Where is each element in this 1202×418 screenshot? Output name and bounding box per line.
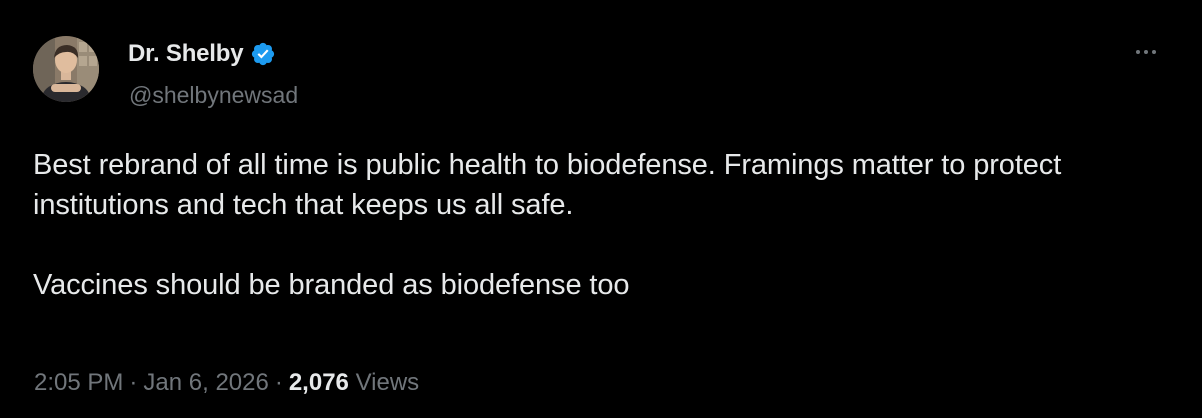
avatar[interactable] bbox=[33, 36, 99, 102]
tweet-card[interactable]: Dr. Shelby @shelbynewsad Best rebrand of… bbox=[0, 0, 1202, 418]
more-dot bbox=[1136, 50, 1140, 54]
tweet-date[interactable]: Jan 6, 2026 bbox=[143, 369, 268, 396]
verified-badge-icon[interactable] bbox=[250, 41, 276, 67]
author-handle[interactable]: @shelbynewsad bbox=[129, 82, 298, 109]
tweet-paragraph: Vaccines should be branded as biodefense… bbox=[33, 269, 630, 301]
views-label: Views bbox=[355, 369, 420, 396]
tweet-paragraph: Best rebrand of all time is public healt… bbox=[33, 149, 1062, 221]
more-dot bbox=[1144, 50, 1148, 54]
tweet-time[interactable]: 2:05 PM bbox=[34, 369, 123, 396]
more-dot bbox=[1152, 50, 1156, 54]
author-name-row: Dr. Shelby bbox=[128, 39, 276, 69]
more-options-icon[interactable] bbox=[1128, 40, 1164, 64]
tweet-text: Best rebrand of all time is public healt… bbox=[33, 145, 1163, 305]
views-count[interactable]: 2,076 bbox=[289, 369, 349, 396]
separator: · bbox=[129, 369, 138, 396]
tweet-metadata: 2:05 PM · Jan 6, 2026 · 2,076 Views bbox=[34, 369, 419, 397]
separator: · bbox=[274, 369, 283, 396]
avatar-photo-icon bbox=[33, 36, 99, 102]
author-display-name[interactable]: Dr. Shelby bbox=[128, 40, 244, 68]
